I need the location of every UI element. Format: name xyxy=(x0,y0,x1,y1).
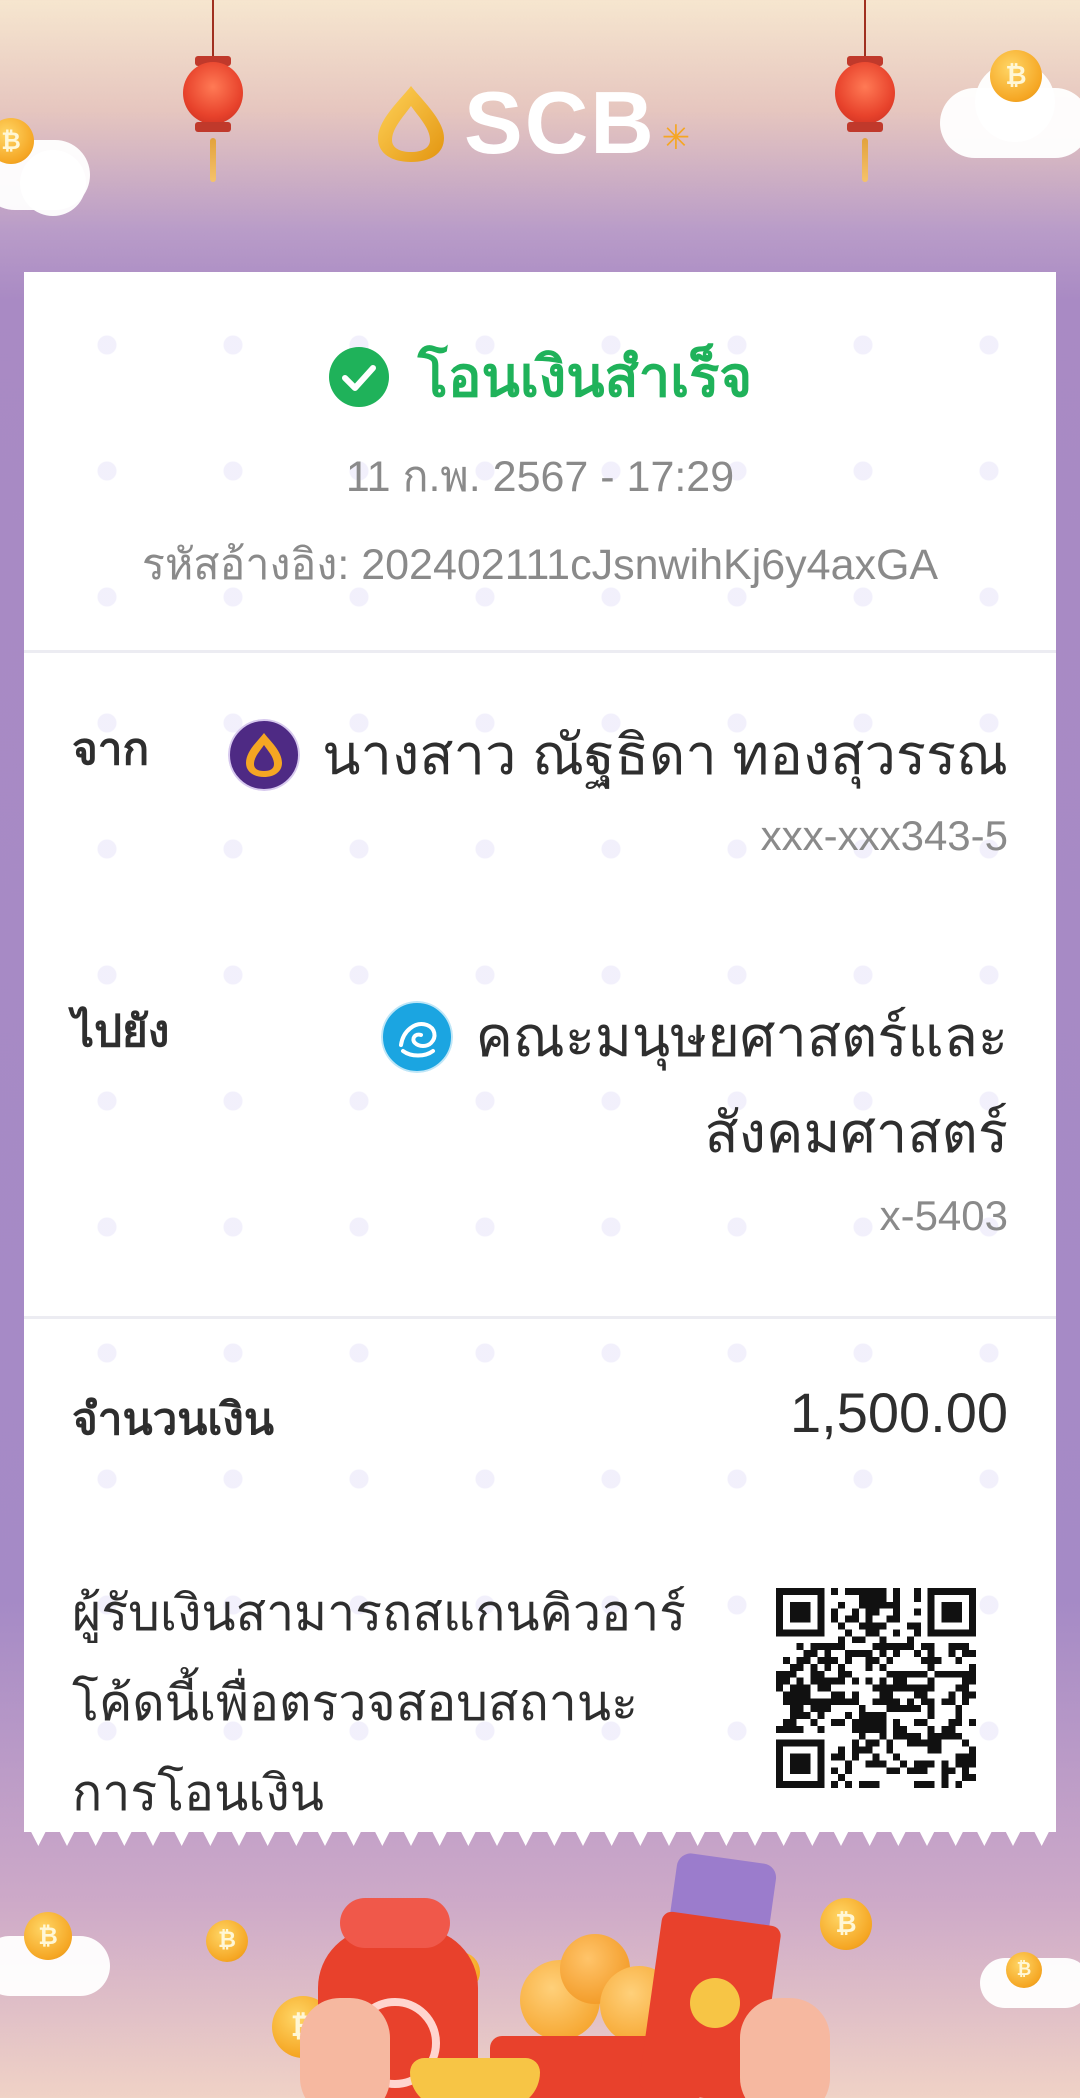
sender-label: จาก xyxy=(72,725,150,774)
cloud-left-puff xyxy=(20,150,86,216)
recipient-name-line1: คณะมนุษยศาสตร์และ xyxy=(475,1005,1008,1068)
transaction-reference: รหัสอ้างอิง: 202402111cJsnwihKj6y4axGA xyxy=(141,541,939,589)
status-text: โอนเงินสำเร็จ xyxy=(417,345,753,408)
footer-decoration: ₿ ₿ ₿ ₿ ₿ ₿ xyxy=(0,1848,1080,2098)
header-decoration: ₿ ₿ SCB ✳ xyxy=(0,0,1080,272)
ktb-bank-icon xyxy=(381,1000,454,1073)
hand-icon xyxy=(740,1998,830,2098)
recipient-account: x-5403 xyxy=(879,1192,1008,1239)
sender-account: xxx-xxx343-5 xyxy=(760,812,1008,859)
envelope-coin xyxy=(690,1978,740,2028)
sender-row: นางสาว ณัฐธิดา ทองสุวรรณ xyxy=(228,710,1008,799)
divider xyxy=(24,1316,1056,1319)
status-row: โอนเงินสำเร็จ xyxy=(24,332,1056,421)
scb-bank-icon xyxy=(228,718,301,791)
scb-logo: SCB ✳ xyxy=(370,78,690,168)
qr-note: ผู้รับเงินสามารถสแกนคิวอาร์โค้ดนี้เพื่อต… xyxy=(72,1585,687,1821)
coin-icon: ₿ xyxy=(1006,1952,1042,1988)
sparkle-icon: ✳ xyxy=(661,119,691,157)
gold-ingot-icon xyxy=(410,2058,540,2098)
sender-name: นางสาว ณัฐธิดา ทองสุวรรณ xyxy=(322,723,1008,786)
bag-knot xyxy=(340,1898,450,1948)
receipt-torn-edge xyxy=(24,1818,1056,1846)
scb-logo-icon xyxy=(378,86,444,162)
hand-icon xyxy=(300,1998,390,2098)
recipient-row: คณะมนุษยศาสตร์และ xyxy=(381,992,1008,1081)
coin-icon: ₿ xyxy=(990,50,1042,102)
check-circle-icon xyxy=(328,346,389,407)
recipient-label: ไปยัง xyxy=(72,1007,170,1056)
recipient-name-line2: สังคมศาสตร์ xyxy=(704,1101,1008,1164)
divider xyxy=(24,650,1056,653)
brand-name: SCB xyxy=(464,73,656,172)
coin-icon: ₿ xyxy=(206,1920,248,1962)
coin-icon: ₿ xyxy=(820,1898,872,1950)
transaction-datetime: 11 ก.พ. 2567 - 17:29 xyxy=(345,453,735,501)
coin-icon: ₿ xyxy=(24,1912,72,1960)
amount-label: จำนวนเงิน xyxy=(72,1395,274,1444)
qr-code-icon[interactable] xyxy=(776,1588,976,1788)
receipt-card: โอนเงินสำเร็จ 11 ก.พ. 2567 - 17:29 รหัสอ… xyxy=(24,272,1056,1832)
amount-value: 1,500.00 xyxy=(790,1381,1008,1444)
